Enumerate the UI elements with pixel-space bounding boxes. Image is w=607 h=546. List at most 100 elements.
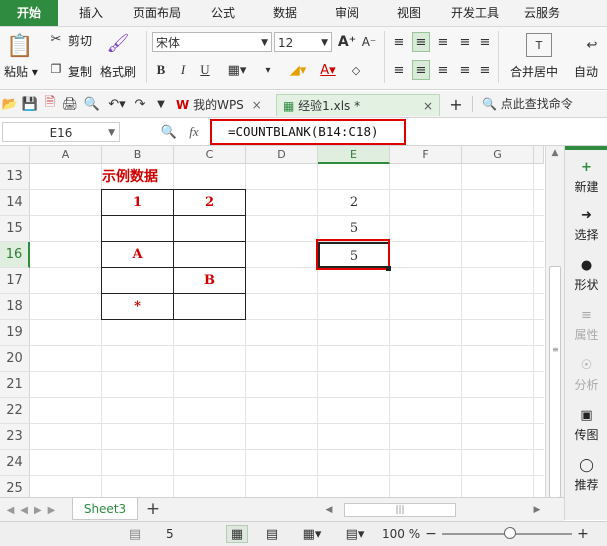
merge-center-button[interactable]: 合并居中 [510,63,558,80]
row-header-17[interactable]: 17 [0,268,30,294]
column-header-e[interactable]: E [318,146,390,164]
fill-handle[interactable] [386,266,391,271]
zoom-level[interactable]: 100 % [382,522,420,546]
column-header-c[interactable]: C [174,146,246,164]
row-header-21[interactable]: 21 [0,372,30,398]
font-grow-icon[interactable]: A⁺ [338,32,356,52]
cell-b13-title[interactable]: 示例数据 [102,164,202,190]
add-sheet-icon[interactable]: + [144,499,162,519]
open-folder-icon[interactable]: 📂 [2,95,18,113]
scroll-left-icon[interactable]: ◀ [322,501,336,519]
scissors-icon[interactable]: ✂ [48,31,64,47]
print-preview-icon[interactable]: 🔍 [84,95,100,113]
align-left-icon[interactable]: ≡ [390,60,408,80]
cell-c17[interactable]: B [174,268,245,294]
row-header-23[interactable]: 23 [0,424,30,450]
column-header-f[interactable]: F [390,146,462,164]
clear-format-icon[interactable]: ◇ [348,60,364,80]
select-all-corner[interactable] [0,146,30,164]
zoom-slider-thumb[interactable] [504,527,516,539]
row-header-15[interactable]: 15 [0,216,30,242]
tab-insert[interactable]: 插入 [66,0,116,26]
grid-dropdown-icon[interactable]: ▾ [260,60,276,80]
reading-mode-icon[interactable]: ▤▾ [340,525,370,543]
sheet-tab-active[interactable]: Sheet3 [72,498,138,520]
cell-b18[interactable]: * [102,294,173,320]
align-bottom-icon[interactable]: ≡ [434,32,452,52]
indent-icon[interactable]: ≡ [476,32,494,52]
row-header-16[interactable]: 16 [0,242,30,268]
save-icon[interactable]: 💾 [22,95,38,113]
bold-icon[interactable]: B [152,60,170,80]
panel-shapes-button[interactable]: ● 形状 [565,258,607,293]
close-icon[interactable]: × [423,95,433,117]
panel-select-button[interactable]: ➜ 选择 [565,208,607,243]
row-header-24[interactable]: 24 [0,450,30,476]
auto-wrap-button[interactable]: 自动 [574,63,598,80]
align-right-icon[interactable]: ≡ [434,60,452,80]
close-icon[interactable]: × [252,98,262,112]
panel-recommend-button[interactable]: ◯ 推荐 [565,458,607,493]
cell-c14[interactable]: 2 [174,190,245,216]
align-top-icon[interactable]: ≡ [390,32,408,52]
tab-formulas[interactable]: 公式 [198,0,248,26]
tab-cloud[interactable]: 云服务 [514,0,570,26]
horizontal-scroll-thumb[interactable]: ||| [344,503,456,517]
print-icon[interactable]: 🖨 [62,95,79,113]
command-search[interactable]: 🔍 点此查找命令 [482,95,573,113]
insert-function-button[interactable]: fx [184,123,204,141]
italic-icon[interactable]: I [174,60,192,80]
undo-icon[interactable]: ↶▾ [106,95,128,113]
panel-properties-button[interactable]: ≡ 属性 [565,308,607,343]
paste-icon[interactable]: 📋 [6,33,34,59]
spreadsheet-grid[interactable]: A B C D E F G 13 14 15 16 17 18 19 20 21… [0,146,544,504]
column-header-g[interactable]: G [462,146,534,164]
row-header-14[interactable]: 14 [0,190,30,216]
tab-developer[interactable]: 开发工具 [444,0,506,26]
distribute-icon[interactable]: ≡ [476,60,494,80]
wrap-icon[interactable]: ↩ [580,33,604,57]
font-size-select[interactable]: 12 ▼ [274,32,332,52]
tab-data[interactable]: 数据 [260,0,310,26]
row-header-13[interactable]: 13 [0,164,30,190]
name-box[interactable]: E16 ▼ [2,122,120,142]
format-painter-icon[interactable]: 🖌 [106,31,130,55]
row-header-19[interactable]: 19 [0,320,30,346]
export-pdf-icon[interactable]: 🗎 [42,95,58,113]
row-header-18[interactable]: 18 [0,294,30,320]
new-tab-icon[interactable]: + [446,94,466,114]
redo-icon[interactable]: ↷ [132,95,148,113]
quick-access-dropdown-icon[interactable]: ▼ [154,95,168,113]
scroll-right-icon[interactable]: ▶ [530,501,544,519]
column-header-h[interactable] [534,146,544,164]
row-header-20[interactable]: 20 [0,346,30,372]
panel-analysis-button[interactable]: ☉ 分析 [565,358,607,393]
merge-center-icon[interactable]: T [526,33,552,57]
tab-page-layout[interactable]: 页面布局 [124,0,190,26]
align-center-icon[interactable]: ≡ [412,60,430,80]
scroll-thumb[interactable] [549,266,561,498]
tab-view[interactable]: 视图 [384,0,434,26]
tab-file-active[interactable]: ▦ 经验1.xls * × [276,94,440,116]
row-header-22[interactable]: 22 [0,398,30,424]
zoom-formula-icon[interactable]: 🔍 [160,123,178,141]
cell-b14[interactable]: 1 [102,190,173,216]
border-icon[interactable]: ▦▾ [220,60,254,80]
paste-button[interactable]: 粘贴 ▾ [4,63,38,80]
page-break-view-icon[interactable]: ▦▾ [296,525,328,543]
font-name-select[interactable]: 宋体 ▼ [152,32,272,52]
tab-home[interactable]: 开始 [0,0,58,26]
copy-icon[interactable]: ❐ [48,61,64,77]
tab-my-wps[interactable]: W 我的WPS × [176,94,274,116]
justify-icon[interactable]: ≡ [456,60,474,80]
font-color-icon[interactable]: A▾ [314,60,342,80]
font-shrink-icon[interactable]: A⁻ [360,32,378,52]
align-middle-icon[interactable]: ≡ [412,32,430,52]
format-painter-button[interactable]: 格式刷 [100,63,136,80]
zoom-in-icon[interactable]: + [576,525,590,543]
cell-e14[interactable]: 2 [318,190,390,216]
fill-color-icon[interactable]: ◢▾ [284,60,312,80]
formula-input[interactable]: =COUNTBLANK(B14:C18) [210,119,406,145]
scroll-up-icon[interactable]: ▲ [546,146,564,160]
vertical-scrollbar[interactable]: ▲ ≡ [545,146,564,504]
